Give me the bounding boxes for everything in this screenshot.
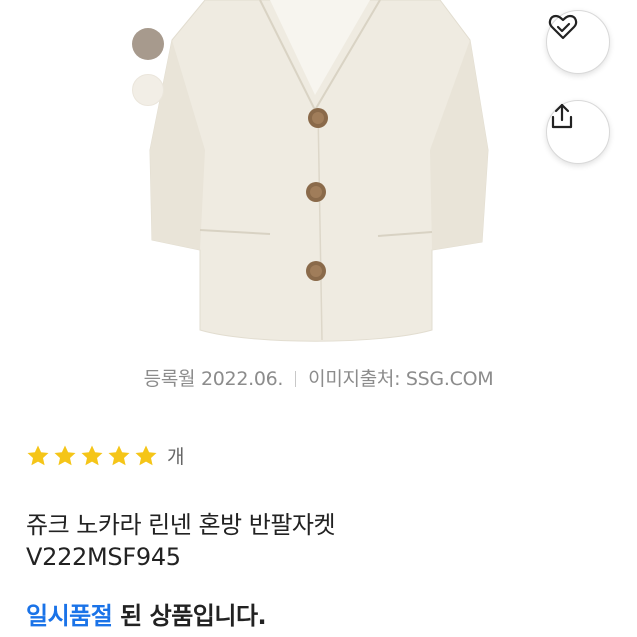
rating-count: 개	[167, 446, 185, 468]
stock-status-text: 된 상품입니다.	[112, 602, 267, 630]
color-swatch-ivory[interactable]	[132, 74, 164, 106]
rating: 개	[26, 442, 184, 469]
jacket-illustration	[149, 0, 489, 342]
star-icon	[54, 445, 76, 465]
product-title: 쥬크 노카라 린넨 혼방 반팔자켓	[26, 511, 336, 539]
share-icon	[551, 103, 573, 129]
image-source: 이미지출처: SSG.COM	[308, 368, 494, 390]
image-meta: 등록월 2022.06. 이미지출처: SSG.COM	[0, 364, 637, 391]
star-icon	[81, 445, 103, 465]
share-button[interactable]	[546, 100, 610, 164]
star-icon	[108, 445, 130, 465]
product-code: V222MSF945	[26, 543, 181, 571]
wishlist-button[interactable]	[546, 10, 610, 74]
star-icon	[27, 445, 49, 465]
star-icon	[135, 445, 157, 465]
meta-divider	[295, 371, 297, 387]
stock-status: 일시품절 된 상품입니다.	[26, 596, 267, 631]
heart-check-icon	[548, 14, 578, 40]
stock-status-accent: 일시품절	[26, 602, 113, 630]
product-image	[0, 0, 637, 355]
color-swatch-beige[interactable]	[132, 28, 164, 60]
registered-month: 등록월 2022.06.	[143, 368, 284, 390]
